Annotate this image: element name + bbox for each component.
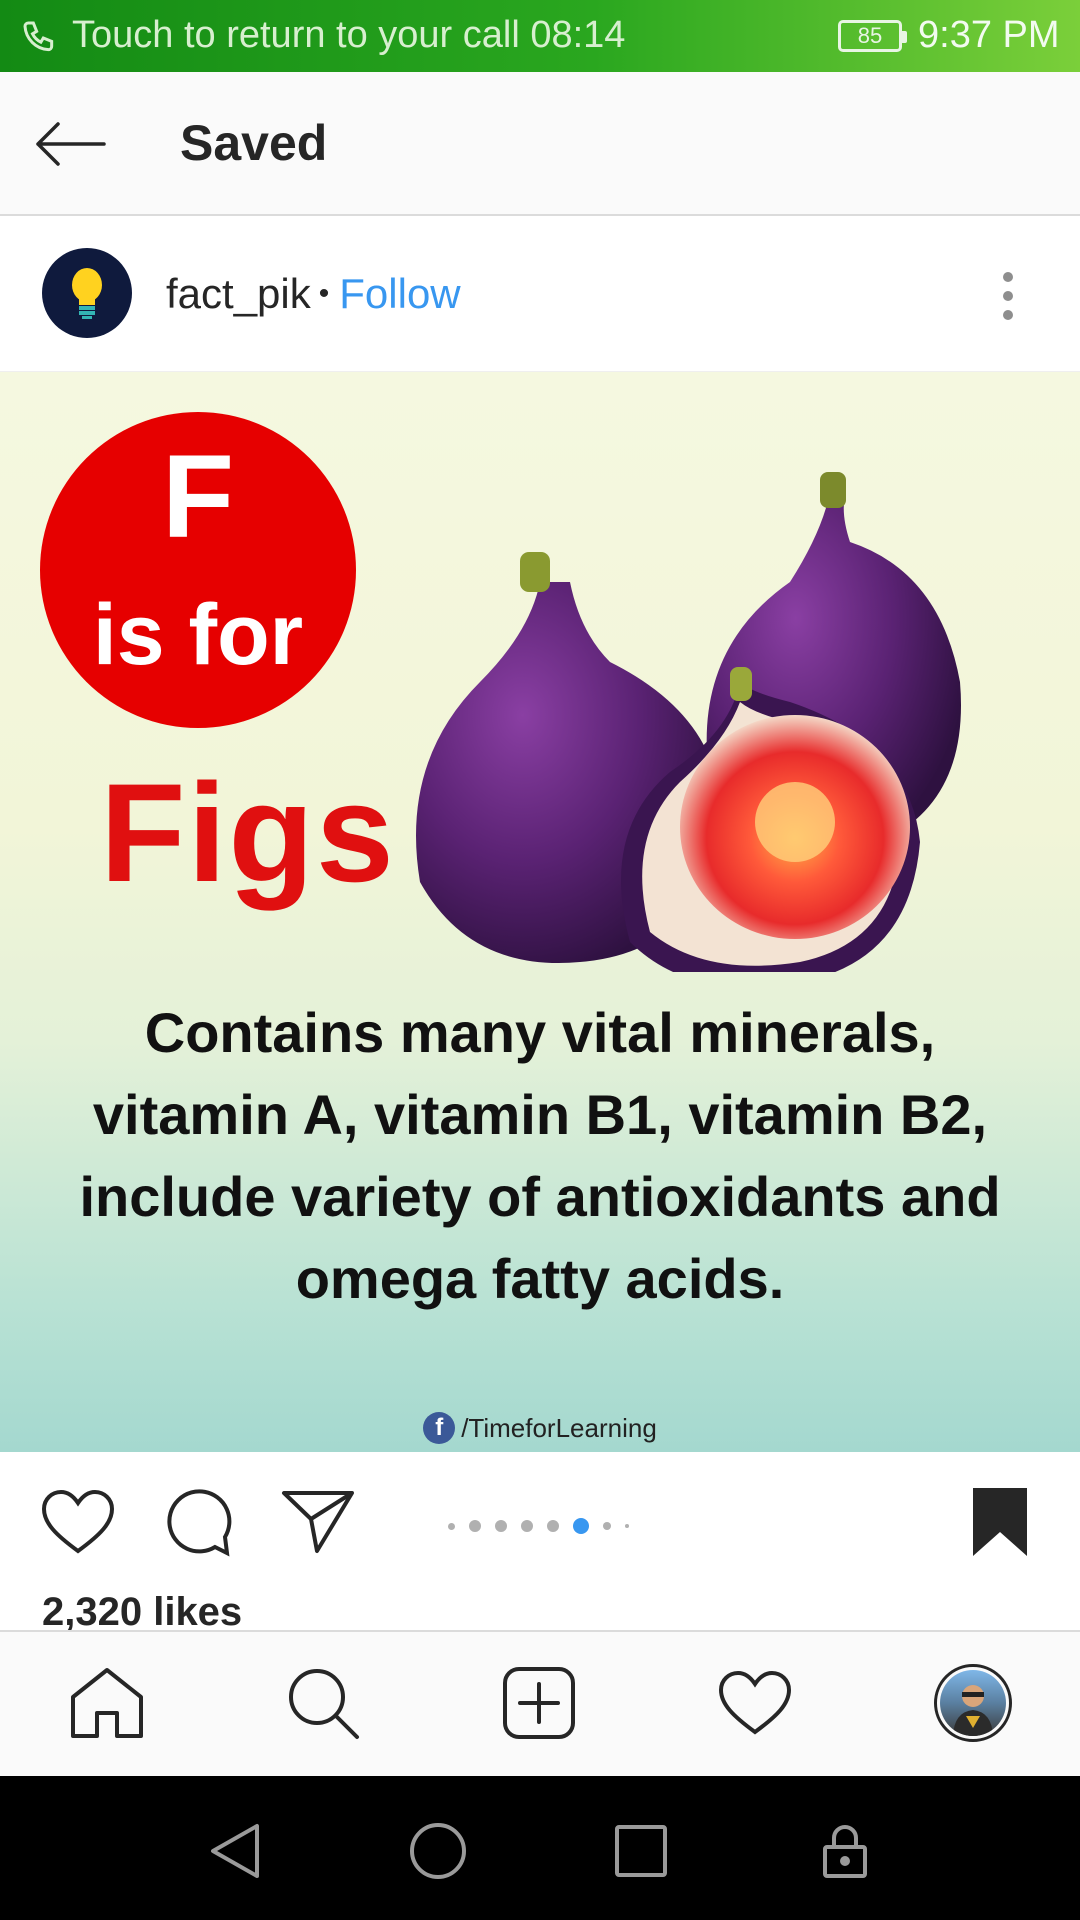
triangle-back-icon — [211, 1824, 259, 1878]
carousel-dot — [625, 1524, 629, 1528]
follow-button[interactable]: Follow — [339, 270, 460, 318]
screen-lock-button[interactable] — [810, 1816, 880, 1886]
status-clock: 9:37 PM — [918, 14, 1060, 56]
carousel-dot — [469, 1520, 481, 1532]
letter-badge: F is for — [40, 412, 356, 728]
bottom-navigation — [0, 1630, 1080, 1776]
arrow-left-icon — [36, 122, 106, 166]
paper-plane-icon — [282, 1491, 354, 1553]
search-icon — [289, 1669, 359, 1739]
carousel-dot — [547, 1520, 559, 1532]
carousel-dot-active — [573, 1518, 589, 1534]
page-title: Saved — [180, 115, 328, 171]
comment-icon — [167, 1489, 232, 1557]
system-navigation-bar — [0, 1776, 1080, 1920]
like-button[interactable] — [38, 1482, 118, 1562]
comment-button[interactable] — [158, 1482, 238, 1562]
lock-icon — [823, 1825, 867, 1878]
add-post-icon — [503, 1667, 575, 1739]
lightbulb-icon — [72, 268, 102, 319]
nav-home-button[interactable] — [62, 1658, 152, 1748]
profile-avatar — [934, 1664, 1012, 1742]
carousel-dot — [448, 1522, 455, 1530]
separator-dot: • — [318, 277, 330, 310]
nav-profile-button[interactable] — [928, 1658, 1018, 1748]
system-back-button[interactable] — [200, 1816, 270, 1886]
square-recents-icon — [615, 1825, 667, 1877]
post-image-caption: Contains many vital minerals, vitamin A,… — [79, 1001, 1001, 1310]
carousel-dot — [521, 1520, 533, 1532]
person-silhouette-icon — [953, 1685, 993, 1736]
phone-icon — [23, 21, 54, 52]
battery-indicator: 85 — [838, 20, 907, 52]
share-button[interactable] — [278, 1482, 358, 1562]
user-avatar[interactable] — [42, 248, 132, 338]
post-author-row: fact_pik • Follow — [166, 270, 461, 318]
back-button[interactable] — [30, 112, 110, 176]
bookmark-filled-icon — [973, 1488, 1027, 1556]
profile-photo — [940, 1670, 1006, 1736]
heart-icon — [41, 1489, 115, 1554]
post-header: fact_pik • Follow — [0, 218, 1080, 372]
letter-text: F — [161, 431, 235, 563]
carousel-dot — [495, 1520, 507, 1532]
more-vertical-icon — [1003, 272, 1013, 282]
post-action-bar — [0, 1452, 1080, 1592]
image-credit: f /TimeforLearning — [0, 1412, 1080, 1444]
likes-count[interactable]: 2,320 likes — [42, 1590, 242, 1635]
carousel-dot — [603, 1522, 611, 1530]
is-for-text: is for — [92, 587, 304, 683]
heart-icon — [718, 1670, 792, 1735]
figs-illustration — [416, 472, 961, 972]
circle-home-icon — [410, 1823, 466, 1879]
username[interactable]: fact_pik — [166, 270, 311, 318]
credit-text: /TimeforLearning — [461, 1412, 657, 1443]
nav-add-post-button[interactable] — [494, 1658, 584, 1748]
post-image[interactable]: F is for Figs Contains many vital minera… — [0, 372, 1080, 1452]
carousel-indicator — [448, 1518, 629, 1534]
nav-activity-button[interactable] — [710, 1658, 800, 1748]
fruit-name: Figs — [100, 754, 396, 911]
save-button[interactable] — [960, 1482, 1040, 1562]
more-options-button[interactable] — [990, 266, 1026, 326]
system-recents-button[interactable] — [606, 1816, 676, 1886]
nav-search-button[interactable] — [278, 1658, 368, 1748]
home-icon — [71, 1668, 143, 1738]
call-timer: 08:14 — [530, 14, 626, 56]
system-home-button[interactable] — [403, 1816, 473, 1886]
status-bar[interactable]: Touch to return to your call 08:14 85 9:… — [0, 0, 1080, 72]
return-to-call-text[interactable]: Touch to return to your call 08:14 — [72, 14, 625, 57]
facebook-icon: f — [423, 1412, 456, 1444]
app-header: Saved — [0, 72, 1080, 216]
